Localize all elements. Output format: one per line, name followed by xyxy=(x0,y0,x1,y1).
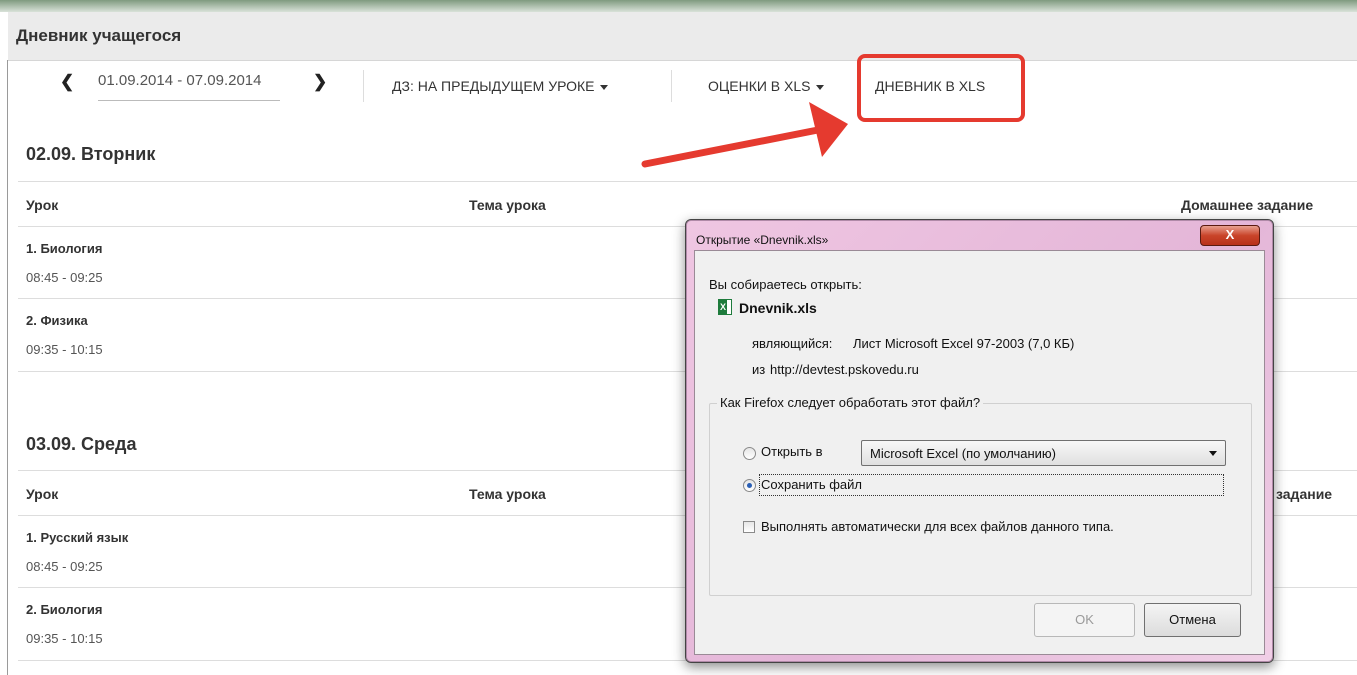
cancel-button[interactable]: Отмена xyxy=(1144,603,1241,637)
dialog-body: Вы собираетесь открыть: Dnevnik.xls явля… xyxy=(694,250,1265,655)
lesson-name: 2. Биология xyxy=(26,602,103,617)
file-source-value: http://devtest.pskovedu.ru xyxy=(770,362,919,377)
lesson-time: 08:45 - 09:25 xyxy=(26,270,103,285)
day-title: 03.09. Среда xyxy=(26,434,137,454)
save-file-label[interactable]: Сохранить файл xyxy=(761,477,862,492)
col-header-homework: задание xyxy=(1276,486,1333,502)
save-file-radio[interactable] xyxy=(743,479,756,492)
file-type-label: являющийся: xyxy=(752,336,833,351)
lesson-name: 2. Физика xyxy=(26,313,88,328)
file-name: Dnevnik.xls xyxy=(739,300,817,316)
divider xyxy=(18,181,1357,182)
dialog-intro: Вы собираетесь открыть: xyxy=(709,277,862,292)
lesson-time: 09:35 - 10:15 xyxy=(26,631,103,646)
col-header-lesson: Урок xyxy=(26,486,59,502)
open-with-radio[interactable] xyxy=(743,447,756,460)
application-select[interactable]: Microsoft Excel (по умолчанию) xyxy=(861,440,1226,466)
close-icon[interactable]: X xyxy=(1200,225,1260,246)
lesson-time: 09:35 - 10:15 xyxy=(26,342,103,357)
dialog-title: Открытие «Dnevnik.xls» xyxy=(696,233,829,247)
lesson-name: 1. Русский язык xyxy=(26,530,129,545)
col-header-topic: Тема урока xyxy=(469,486,546,502)
file-source-label: из xyxy=(752,362,766,377)
col-header-topic: Тема урока xyxy=(469,197,546,213)
ok-button[interactable]: OK xyxy=(1034,603,1135,637)
auto-action-label[interactable]: Выполнять автоматически для всех файлов … xyxy=(761,519,1114,534)
dropdown-arrow-icon xyxy=(1209,451,1217,456)
lesson-name: 1. Биология xyxy=(26,241,103,256)
auto-action-checkbox[interactable] xyxy=(743,521,755,533)
file-type-value: Лист Microsoft Excel 97-2003 (7,0 КБ) xyxy=(853,336,1075,351)
action-groupbox: Как Firefox следует обработать этот файл… xyxy=(709,395,1252,596)
download-dialog: Открытие «Dnevnik.xls» X Вы собираетесь … xyxy=(685,219,1274,663)
open-with-label[interactable]: Открыть в xyxy=(761,444,823,459)
action-group-label: Как Firefox следует обработать этот файл… xyxy=(717,395,984,410)
col-header-lesson: Урок xyxy=(26,197,59,213)
excel-file-icon xyxy=(718,299,732,315)
lesson-time: 08:45 - 09:25 xyxy=(26,559,103,574)
day-title: 02.09. Вторник xyxy=(26,144,156,164)
application-select-value: Microsoft Excel (по умолчанию) xyxy=(870,446,1057,461)
col-header-homework: Домашнее задание xyxy=(1181,197,1314,213)
